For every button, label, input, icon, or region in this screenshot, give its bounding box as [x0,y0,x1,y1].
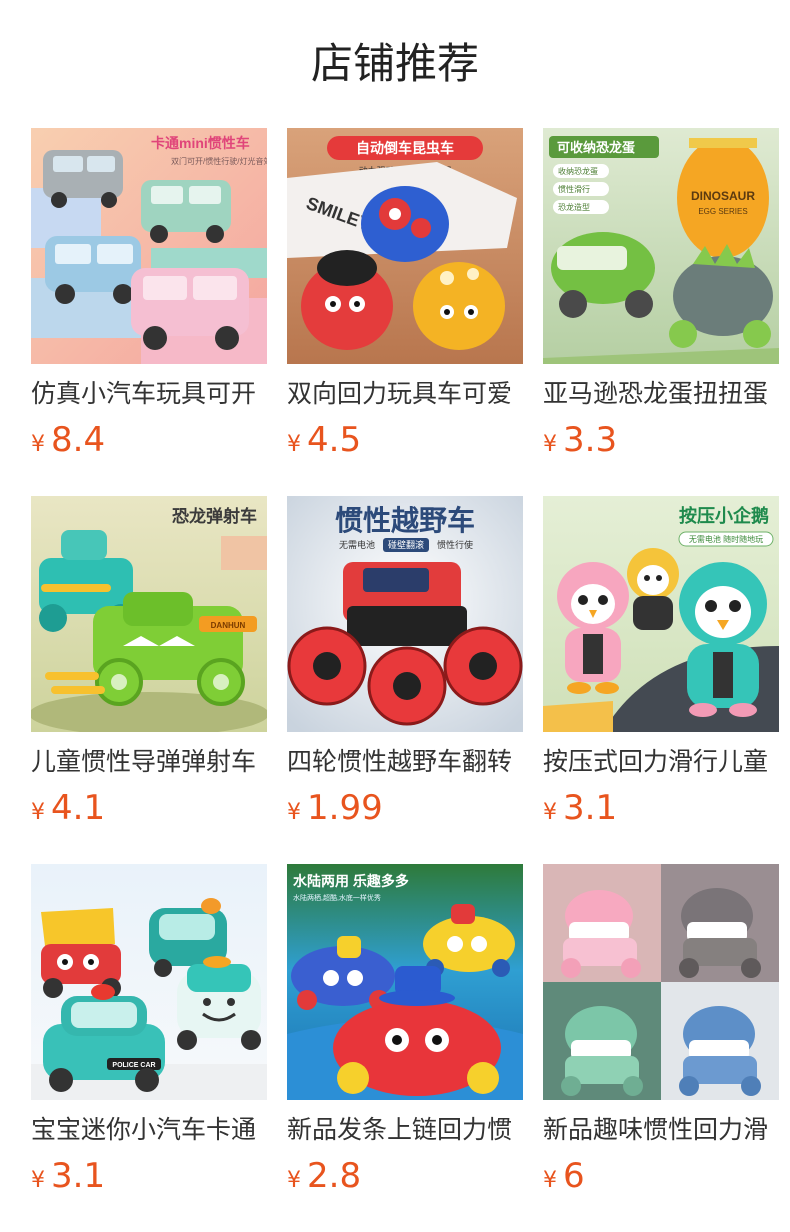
product-price: ¥6 [543,1154,779,1198]
product-price: ¥4.1 [31,786,267,830]
egg-subtext: EGG SERIES [698,207,747,216]
currency-symbol: ¥ [31,800,45,825]
price-value: 1.99 [307,788,383,828]
product-grid: 卡通mini惯性车 双门可开/惯性行驶/灯光音效 仿真小汽车玩具可开 ¥ 8.4… [31,128,790,1232]
product-name[interactable]: 儿童惯性导弹弹射车 [31,744,267,780]
product-price: ¥3.3 [543,418,779,462]
body-text: DANHUN [211,621,246,630]
product-image[interactable]: 按压小企鹅 无需电池 随时随地玩 [543,496,779,732]
product-image[interactable]: 恐龙弹射车 DANHUN [31,496,267,732]
product-card[interactable]: 新品趣味惯性回力滑 ¥6 [543,864,779,1232]
section-title: 店铺推荐 [310,39,479,88]
product-name[interactable]: 按压式回力滑行儿童 [543,744,779,780]
product-card[interactable]: 惯性越野车 无需电池 碰壁翻滚 惯性行使 四轮惯性越野车翻转 ¥ 1.99 [287,496,523,864]
product-price: ¥2.8 [287,1154,523,1198]
tag-3: 恐龙造型 [558,202,590,212]
currency-symbol: ¥ [287,800,301,825]
currency-symbol: ¥ [31,432,45,457]
banner-subtext: 无需电池 随时随地玩 [689,534,763,544]
banner-subtext-b: 碰壁翻滚 [388,539,424,550]
product-price: ¥3.1 [31,1154,267,1198]
plate-text: POLICE CAR [112,1062,155,1069]
product-image[interactable] [543,864,779,1100]
product-card[interactable]: 恐龙弹射车 DANHUN 儿童惯性导弹弹射车 ¥ 4.1 [31,496,267,864]
tag-1: 收纳恐龙蛋 [558,166,598,176]
banner-subtext: 双门可开/惯性行驶/灯光音效 [171,156,267,166]
product-name[interactable]: 新品趣味惯性回力滑 [543,1112,779,1148]
product-price: ¥8.4 [31,418,267,462]
product-image[interactable]: POLICE CAR [31,864,267,1100]
banner-text: 恐龙弹射车 [172,506,257,526]
price-value: 4.5 [307,420,362,460]
price-value: 3.3 [563,420,618,460]
banner-subtext: 水陆两栖,超酷,水底一样优秀 [293,893,381,902]
product-card[interactable]: 可收纳恐龙蛋 收纳恐龙蛋 惯性滑行 恐龙造型 DINOSAUR EGG SERI… [543,128,779,496]
banner-text: 卡通mini惯性车 [151,135,250,151]
product-name[interactable]: 亚马逊恐龙蛋扭扭蛋 [543,376,779,412]
banner-subtext-c: 惯性行使 [437,539,473,550]
product-image[interactable]: 自动倒车昆虫车 动力强劲 自动倒车返回 SMILEY [287,128,523,364]
product-card[interactable]: 自动倒车昆虫车 动力强劲 自动倒车返回 SMILEY [287,128,523,496]
product-image[interactable]: 可收纳恐龙蛋 收纳恐龙蛋 惯性滑行 恐龙造型 DINOSAUR EGG SERI… [543,128,779,364]
product-name[interactable]: 双向回力玩具车可爱 [287,376,523,412]
banner-text: 按压小企鹅 [679,505,769,526]
currency-symbol: ¥ [287,432,301,457]
product-price: ¥4.5 [287,418,523,462]
product-image[interactable]: 水陆两用 乐趣多多 水陆两栖,超酷,水底一样优秀 [287,864,523,1100]
price-value: 8.4 [51,420,106,460]
banner-text: 自动倒车昆虫车 [356,140,454,156]
product-card[interactable]: 水陆两用 乐趣多多 水陆两栖,超酷,水底一样优秀 新品发条上链回力惯 ¥ 2.8 [287,864,523,1232]
banner-subtext-a: 无需电池 [339,539,375,550]
product-price: ¥1.99 [287,786,523,830]
banner-text: 水陆两用 乐趣多多 [293,873,409,889]
product-card[interactable]: 按压小企鹅 无需电池 随时随地玩 按压式回力滑行儿童 ¥ 3.1 [543,496,779,864]
price-value: 2.8 [307,1156,362,1196]
price-value: 3.1 [563,788,618,828]
egg-text: DINOSAUR [691,189,755,203]
currency-symbol: ¥ [31,1168,45,1193]
product-image[interactable]: 卡通mini惯性车 双门可开/惯性行驶/灯光音效 [31,128,267,364]
price-value: 4.1 [51,788,106,828]
banner-text: 惯性越野车 [335,504,475,536]
banner-text: 可收纳恐龙蛋 [557,140,635,155]
currency-symbol: ¥ [543,800,557,825]
product-price: ¥3.1 [543,786,779,830]
product-name[interactable]: 新品发条上链回力惯 [287,1112,523,1148]
product-name[interactable]: 宝宝迷你小汽车卡通 [31,1112,267,1148]
product-image[interactable]: 惯性越野车 无需电池 碰壁翻滚 惯性行使 [287,496,523,732]
currency-symbol: ¥ [287,1168,301,1193]
tag-2: 惯性滑行 [558,184,590,194]
product-card[interactable]: 卡通mini惯性车 双门可开/惯性行驶/灯光音效 仿真小汽车玩具可开 ¥ 8.4 [31,128,267,496]
currency-symbol: ¥ [543,1168,557,1193]
product-name[interactable]: 四轮惯性越野车翻转 [287,744,523,780]
price-value: 3.1 [51,1156,106,1196]
currency-symbol: ¥ [543,432,557,457]
product-card[interactable]: POLICE CAR 宝宝迷你小汽车卡通 ¥3.1 [31,864,267,1232]
price-value: 6 [563,1156,585,1196]
product-name[interactable]: 仿真小汽车玩具可开 [31,376,267,412]
